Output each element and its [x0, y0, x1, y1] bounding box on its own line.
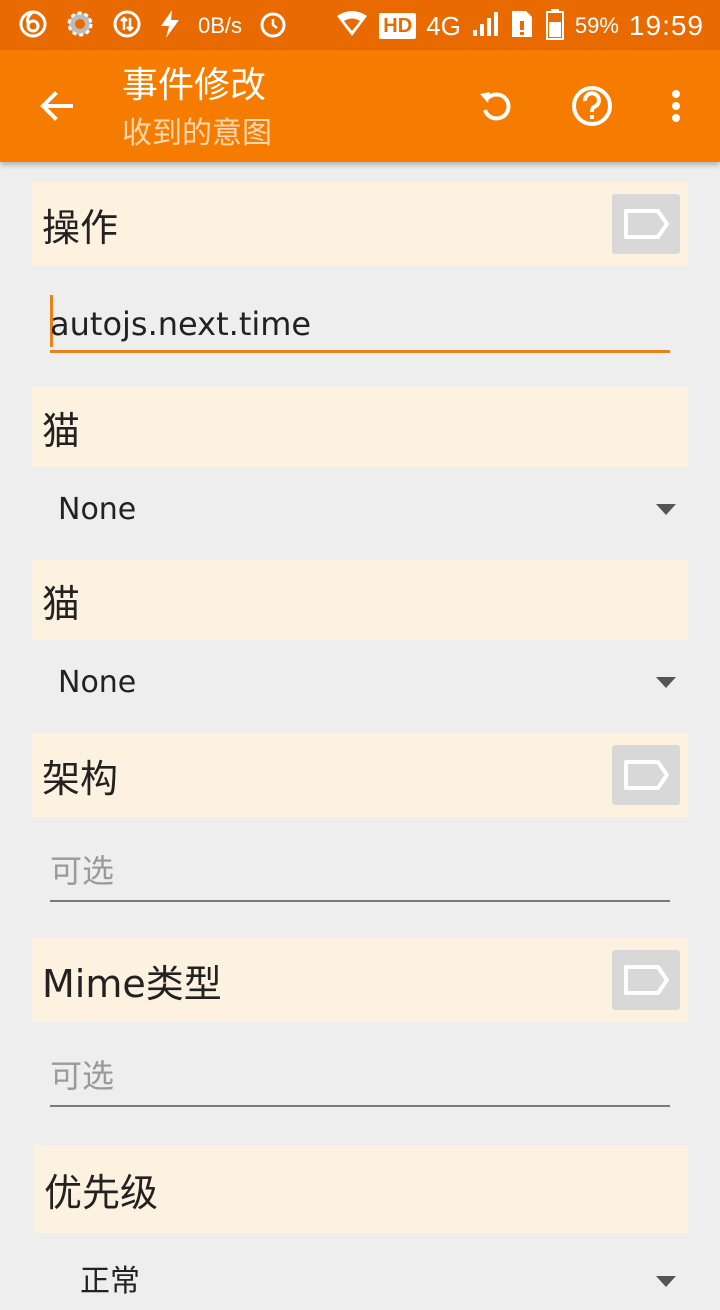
- more-vert-icon: [672, 90, 680, 122]
- mime-placeholder: 可选: [50, 1057, 115, 1095]
- back-arrow-icon: [40, 91, 73, 121]
- category-select-1[interactable]: None: [58, 482, 684, 538]
- data-transfer-icon: [112, 9, 142, 43]
- status-bar: 0B/s HD 4G 59% 19:59: [0, 0, 720, 50]
- priority-section: 优先级: [34, 1145, 688, 1233]
- battery-icon: [545, 8, 565, 44]
- network-type: 4G: [426, 10, 461, 41]
- category-select-2[interactable]: None: [58, 655, 684, 711]
- priority-select[interactable]: 正常: [58, 1254, 684, 1310]
- settings-gear-icon: [64, 8, 96, 44]
- mime-underline: [50, 1105, 670, 1107]
- signal-icon: [471, 10, 499, 42]
- label-tag-icon: [624, 209, 669, 239]
- dropdown-arrow-icon: [656, 1276, 676, 1287]
- category-label-2: 猫: [42, 581, 81, 626]
- more-options-button[interactable]: [650, 80, 702, 132]
- action-label: 操作: [42, 205, 119, 250]
- alarm-icon: [258, 9, 288, 43]
- page-subtitle: 收到的意图: [122, 116, 272, 151]
- wifi-icon: [335, 10, 369, 42]
- action-section: 操作: [32, 182, 688, 266]
- category-value-1: None: [58, 492, 137, 527]
- action-underline: [50, 350, 670, 353]
- label-tag-icon: [624, 965, 669, 995]
- back-button[interactable]: [34, 84, 78, 128]
- net-speed: 0B/s: [198, 13, 243, 38]
- undo-icon: [480, 92, 511, 121]
- dropdown-arrow-icon: [656, 504, 676, 515]
- scheme-label: 架构: [42, 756, 119, 801]
- category-label-1: 猫: [42, 408, 81, 453]
- mime-tag-button[interactable]: [612, 950, 680, 1010]
- app-toolbar: 事件修改 收到的意图: [0, 50, 720, 162]
- priority-label: 优先级: [44, 1170, 159, 1215]
- page-title: 事件修改: [122, 65, 267, 106]
- status-left-icons: 0B/s: [18, 9, 288, 43]
- mime-section: Mime类型: [32, 938, 688, 1022]
- category-section-1: 猫: [32, 387, 688, 467]
- scheme-placeholder: 可选: [50, 852, 115, 890]
- hd-badge: HD: [379, 13, 417, 39]
- help-icon: [572, 86, 612, 126]
- sim-alert-icon: [509, 9, 535, 43]
- help-button[interactable]: [566, 80, 618, 132]
- flash-icon: [158, 9, 182, 43]
- action-tag-button[interactable]: [612, 194, 680, 254]
- category-section-2: 猫: [32, 560, 688, 640]
- dropdown-arrow-icon: [656, 677, 676, 688]
- action-input[interactable]: autojs.next.time: [50, 293, 670, 353]
- battery-percent: 59%: [574, 13, 619, 38]
- label-tag-icon: [624, 760, 669, 790]
- scheme-underline: [50, 900, 670, 902]
- scheme-section: 架构: [32, 733, 688, 817]
- action-value: autojs.next.time: [50, 305, 312, 343]
- mime-label: Mime类型: [42, 961, 222, 1006]
- scheme-input[interactable]: 可选: [50, 842, 670, 902]
- undo-button[interactable]: [470, 80, 522, 132]
- clock: 19:59: [628, 10, 704, 41]
- priority-value: 正常: [80, 1264, 140, 1299]
- mime-input[interactable]: 可选: [50, 1047, 670, 1107]
- scheme-tag-button[interactable]: [612, 745, 680, 805]
- category-value-2: None: [58, 665, 137, 700]
- app-swirl-icon: [18, 9, 48, 43]
- status-right-icons: HD 4G 59% 19:59: [335, 9, 704, 43]
